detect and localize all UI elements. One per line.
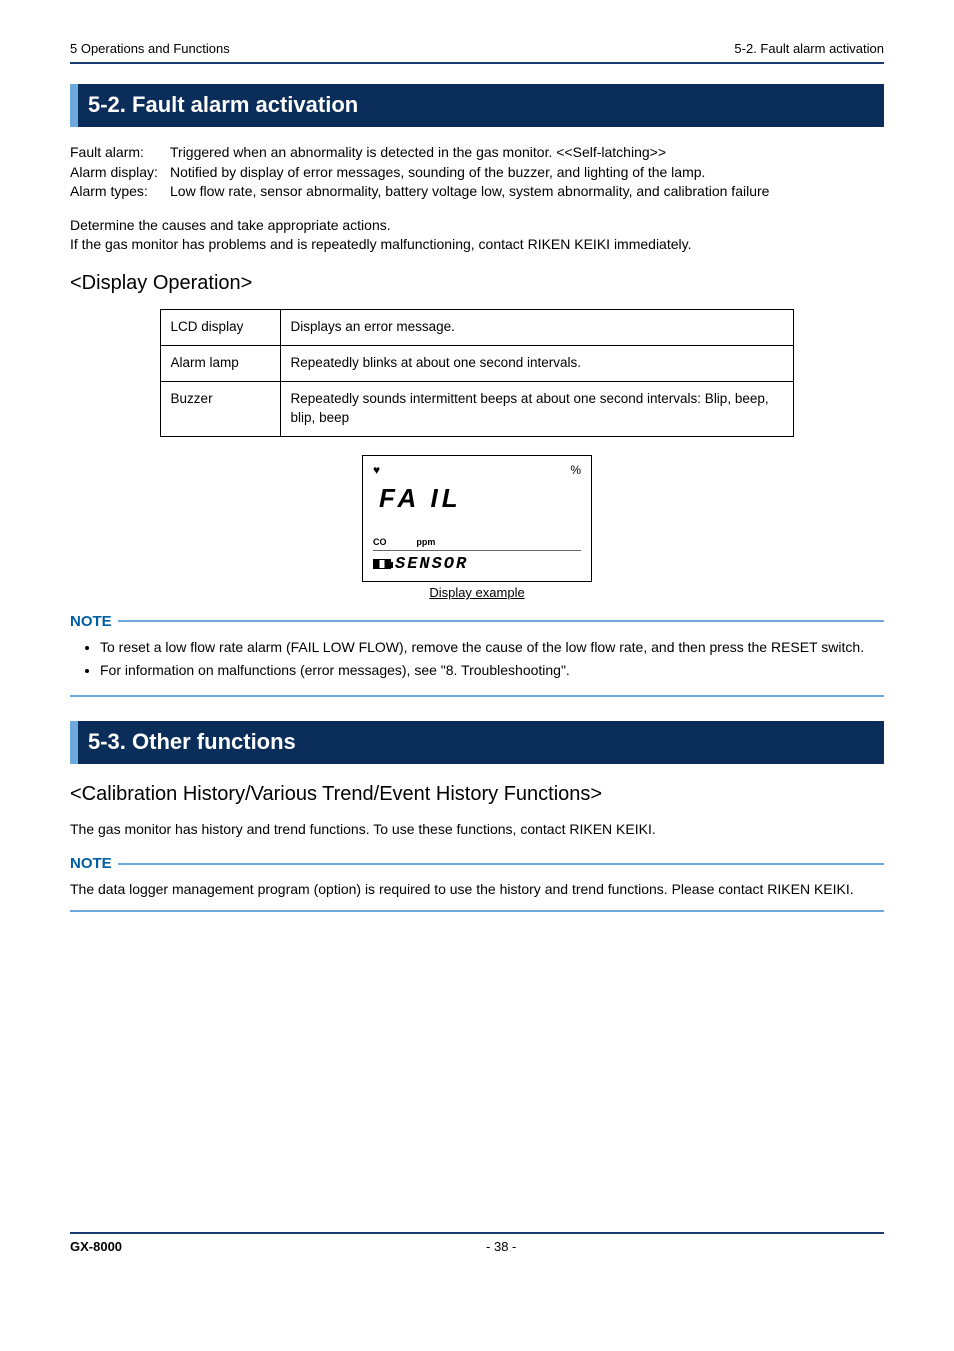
header-left: 5 Operations and Functions — [70, 40, 230, 58]
def-row: Fault alarm: Triggered when an abnormali… — [70, 143, 884, 163]
lcd-screen: ♥ % FA IL CO ppm SENSOR — [362, 455, 592, 583]
percent-icon: % — [570, 462, 581, 479]
list-item: To reset a low flow rate alarm (FAIL LOW… — [100, 638, 884, 658]
lcd-bottom-row: SENSOR — [373, 550, 581, 577]
heart-icon: ♥ — [373, 462, 380, 479]
note-content: The data logger management program (opti… — [70, 874, 884, 912]
table-cell-desc: Displays an error message. — [280, 309, 794, 345]
page-footer: GX-8000 - 38 - . — [70, 1232, 884, 1256]
table-row: LCD display Displays an error message. — [160, 309, 794, 345]
page-header: 5 Operations and Functions 5-2. Fault al… — [70, 40, 884, 64]
footer-model: GX-8000 — [70, 1238, 122, 1256]
def-row: Alarm display: Notified by display of er… — [70, 163, 884, 183]
table-cell-desc: Repeatedly sounds intermittent beeps at … — [280, 381, 794, 436]
note-bar-icon — [118, 863, 884, 865]
display-operation-table: LCD display Displays an error message. A… — [160, 309, 795, 437]
lcd-main-text: FA IL — [373, 478, 581, 530]
table-cell-desc: Repeatedly blinks at about one second in… — [280, 345, 794, 381]
lcd-caption: Display example — [429, 584, 524, 602]
def-label: Fault alarm: — [70, 143, 170, 163]
table-cell-label: Alarm lamp — [160, 345, 280, 381]
section-5-2-title: 5-2. Fault alarm activation — [70, 84, 884, 127]
note-content: To reset a low flow rate alarm (FAIL LOW… — [70, 632, 884, 697]
table-cell-label: Buzzer — [160, 381, 280, 436]
history-paragraph: The gas monitor has history and trend fu… — [70, 820, 884, 840]
def-row: Alarm types: Low flow rate, sensor abnor… — [70, 182, 884, 202]
battery-icon — [373, 559, 391, 569]
lcd-example-wrap: ♥ % FA IL CO ppm SENSOR Display example — [70, 455, 884, 603]
footer-page-number: - 38 - — [486, 1238, 516, 1256]
note-body-text: The data logger management program (opti… — [70, 881, 854, 897]
calibration-sub-heading: <Calibration History/Various Trend/Event… — [70, 780, 884, 808]
definitions-block: Fault alarm: Triggered when an abnormali… — [70, 143, 884, 202]
determine-line2: If the gas monitor has problems and is r… — [70, 236, 691, 252]
def-label: Alarm display: — [70, 163, 170, 183]
section-5-3-title: 5-3. Other functions — [70, 721, 884, 764]
def-value: Triggered when an abnormality is detecte… — [170, 143, 884, 163]
lcd-sup-row: CO ppm — [373, 531, 581, 551]
lcd-co-label: CO — [373, 537, 387, 547]
def-value: Notified by display of error messages, s… — [170, 163, 884, 183]
determine-line1: Determine the causes and take appropriat… — [70, 217, 391, 233]
lcd-ppm-label: ppm — [416, 537, 435, 547]
table-row: Buzzer Repeatedly sounds intermittent be… — [160, 381, 794, 436]
def-label: Alarm types: — [70, 182, 170, 202]
note-text-label: NOTE — [70, 611, 112, 632]
note-text-label: NOTE — [70, 853, 112, 874]
determine-paragraph: Determine the causes and take appropriat… — [70, 216, 884, 255]
note-bar-icon — [118, 620, 884, 622]
note-bullet-list: To reset a low flow rate alarm (FAIL LOW… — [70, 638, 884, 681]
lcd-top-row: ♥ % — [373, 462, 581, 479]
table-row: Alarm lamp Repeatedly blinks at about on… — [160, 345, 794, 381]
table-cell-label: LCD display — [160, 309, 280, 345]
lcd-sensor-text: SENSOR — [395, 555, 468, 574]
header-right: 5-2. Fault alarm activation — [734, 40, 884, 58]
list-item: For information on malfunctions (error m… — [100, 661, 884, 681]
display-operation-heading: <Display Operation> — [70, 269, 884, 297]
def-value: Low flow rate, sensor abnormality, batte… — [170, 182, 884, 202]
note-label: NOTE — [70, 853, 884, 874]
note-label: NOTE — [70, 611, 884, 632]
